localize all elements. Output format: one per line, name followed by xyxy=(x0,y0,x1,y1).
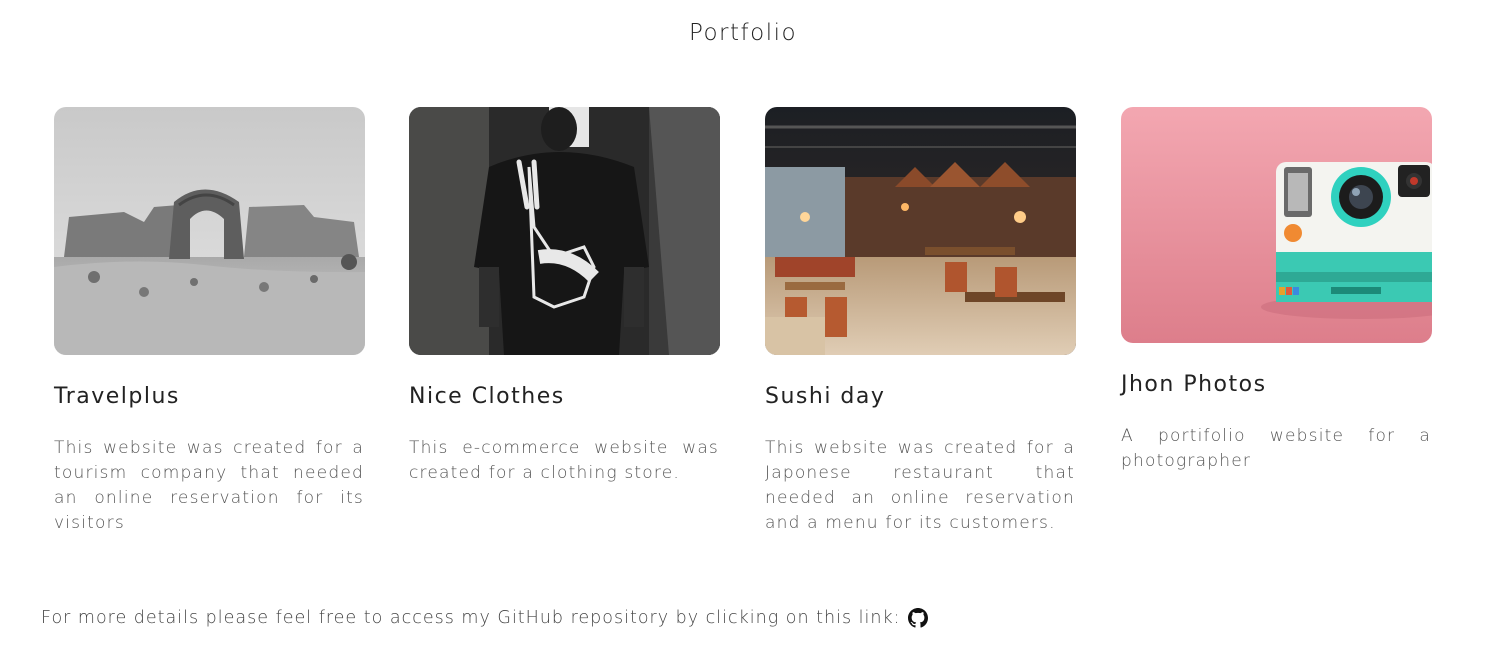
footer-text: For more details please feel free to acc… xyxy=(41,608,901,628)
ancient-ruins-image[interactable] xyxy=(54,107,365,355)
page-title: Portfolio xyxy=(688,20,798,46)
restaurant-interior-image[interactable] xyxy=(765,107,1076,355)
card-description: This website was created for a tourism c… xyxy=(54,438,364,533)
card-description: This e-commerce website was created for … xyxy=(409,438,719,483)
project-card-sushi-day[interactable]: Sushi day This website was created for a… xyxy=(765,107,1076,547)
card-title[interactable]: Sushi day xyxy=(765,384,885,409)
card-title[interactable]: Jhon Photos xyxy=(1121,372,1267,397)
instant-camera-image[interactable] xyxy=(1121,107,1432,343)
card-description: A portifolio website for a photographer xyxy=(1121,426,1431,471)
github-link[interactable] xyxy=(907,608,928,628)
project-card-travelplus[interactable]: Travelplus This website was created for … xyxy=(54,107,365,547)
tshirt-back-image[interactable] xyxy=(409,107,720,355)
card-title[interactable]: Nice Clothes xyxy=(409,384,565,409)
project-card-jhon-photos[interactable]: Jhon Photos A portifolio website for a p… xyxy=(1121,107,1432,547)
card-title[interactable]: Travelplus xyxy=(54,384,180,409)
footer: For more details please feel free to acc… xyxy=(41,608,928,628)
project-card-nice-clothes[interactable]: Nice Clothes This e-commerce website was… xyxy=(409,107,720,547)
github-icon[interactable] xyxy=(907,608,928,628)
card-description: This website was created for a Japonese … xyxy=(765,438,1075,533)
